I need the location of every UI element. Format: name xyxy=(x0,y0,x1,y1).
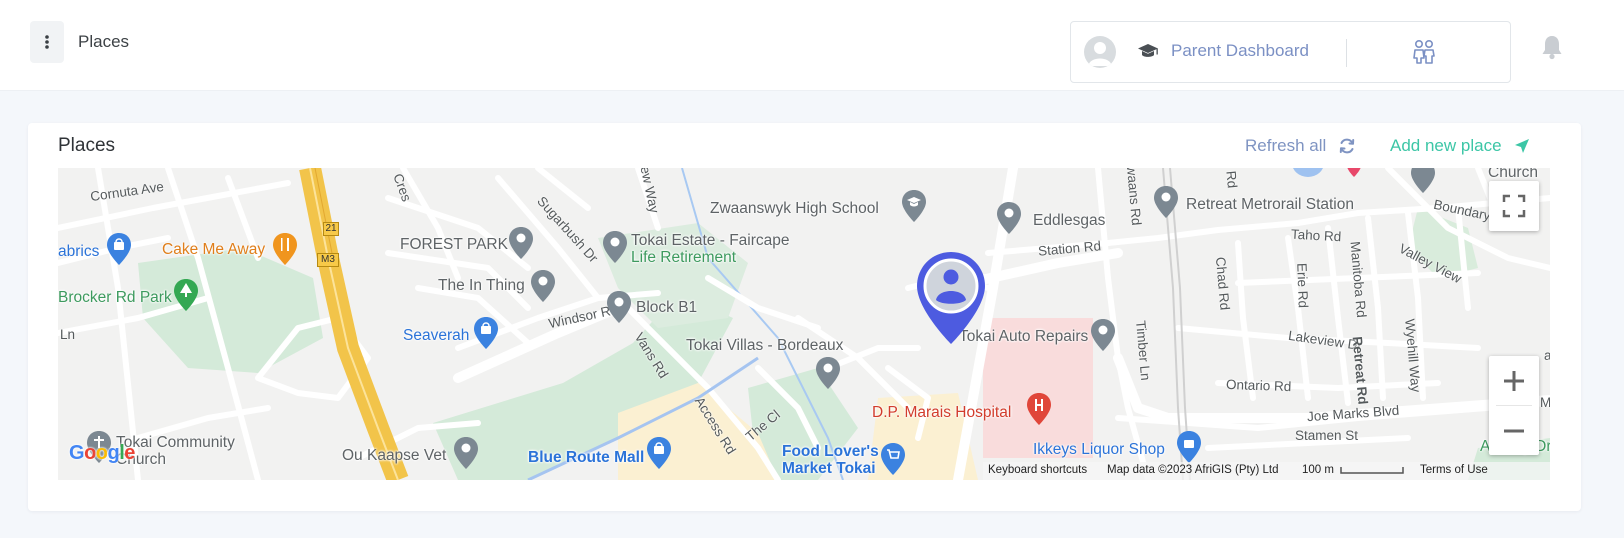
places-card: Places Refresh all Add new place 21 M3 C… xyxy=(28,123,1581,511)
refresh-icon xyxy=(1340,138,1355,154)
place-label: Life Retirement xyxy=(631,249,737,266)
place-label: Zwaanswyk High School xyxy=(710,200,879,217)
route-21-shield: 21 xyxy=(323,222,339,236)
children-switch[interactable] xyxy=(1410,39,1438,70)
parent-dashboard-label: Parent Dashboard xyxy=(1171,41,1309,60)
minus-icon xyxy=(1504,429,1524,432)
paper-plane-icon xyxy=(1514,139,1529,153)
restaurant-pin-icon[interactable] xyxy=(272,232,298,266)
add-new-place-button[interactable]: Add new place xyxy=(1390,136,1530,156)
add-new-place-label: Add new place xyxy=(1390,136,1502,155)
shopping-pin-icon[interactable] xyxy=(473,316,499,350)
zoom-controls xyxy=(1489,356,1539,455)
card-title: Places xyxy=(58,135,116,156)
estate-pin-icon[interactable] xyxy=(602,230,628,264)
road-label: Taho Rd xyxy=(1290,226,1342,245)
keyboard-shortcuts-link[interactable]: Keyboard shortcuts xyxy=(988,464,1087,476)
terms-of-use-link[interactable]: Terms of Use xyxy=(1420,464,1488,476)
bell-icon xyxy=(1542,36,1562,60)
place-label: Food Lover's xyxy=(782,443,879,460)
refresh-all-button[interactable]: Refresh all xyxy=(1245,136,1356,156)
road-label: Ontario Rd xyxy=(1225,376,1292,395)
map-data-credit[interactable]: Map data ©2023 AfriGIS (Pty) Ltd xyxy=(1107,464,1278,476)
road-label: Rd xyxy=(1223,170,1240,189)
place-label: abrics xyxy=(58,243,100,260)
scale-bar-icon xyxy=(1340,467,1404,474)
place-label: Ikkeys Liquor Shop xyxy=(1033,441,1165,458)
auto-repairs-pin-icon[interactable] xyxy=(1090,318,1116,352)
graduation-cap-icon xyxy=(1138,44,1158,57)
place-label: Seaverah xyxy=(403,327,470,344)
children-icon xyxy=(1413,39,1435,64)
villas-pin-icon[interactable] xyxy=(815,356,841,390)
route-m3-shield: M3 xyxy=(317,253,339,267)
poi-pin-icon[interactable] xyxy=(1346,168,1362,178)
page-title: Places xyxy=(78,32,130,51)
station-pin-icon[interactable] xyxy=(1153,185,1179,219)
park-tree-pin-icon[interactable] xyxy=(173,278,199,312)
gas-station-pin-icon[interactable] xyxy=(996,201,1022,235)
place-label: FOREST PARK xyxy=(400,236,508,253)
liquor-shop-pin-icon[interactable] xyxy=(1176,430,1202,464)
road-label: Erie Rd xyxy=(1294,262,1311,309)
notifications-button[interactable] xyxy=(1541,34,1563,65)
vertical-dots-icon xyxy=(45,35,49,49)
shopping-pin-icon[interactable] xyxy=(106,232,132,266)
place-label: Retreat Metrorail Station xyxy=(1186,196,1354,213)
fullscreen-icon xyxy=(1502,194,1526,218)
top-bar: Places Parent Dashboard xyxy=(0,0,1624,91)
shop-pin-icon[interactable] xyxy=(530,269,556,303)
divider xyxy=(1346,39,1347,67)
place-label: Block B1 xyxy=(636,299,698,316)
map[interactable]: 21 M3 Cornuta Ave Cres ew Way Sugarbush … xyxy=(58,168,1550,480)
menu-button[interactable] xyxy=(30,21,64,63)
scale-label: 100 m xyxy=(1302,464,1334,476)
place-label: The In Thing xyxy=(438,277,525,294)
user-switcher: Parent Dashboard xyxy=(1070,21,1511,83)
parent-dashboard-link[interactable]: Parent Dashboard xyxy=(1137,41,1309,61)
park-pin-icon[interactable] xyxy=(508,226,534,260)
place-label: Cake Me Away xyxy=(162,241,266,258)
place-marker-icon[interactable] xyxy=(914,250,988,346)
place-label: D.P. Marais Hospital xyxy=(872,404,1012,421)
place-label: Tokai Villas - Bordeaux xyxy=(686,337,844,354)
zoom-in-button[interactable] xyxy=(1489,356,1539,405)
hospital-pin-icon[interactable] xyxy=(1026,392,1052,426)
block-pin-icon[interactable] xyxy=(606,290,632,324)
refresh-all-label: Refresh all xyxy=(1245,136,1327,155)
plus-icon xyxy=(1504,370,1524,391)
road-label: Stamen St xyxy=(1295,428,1359,443)
avatar[interactable] xyxy=(1084,36,1116,68)
user-silhouette-icon xyxy=(1088,42,1112,66)
road-label: ar xyxy=(1544,348,1550,363)
road-label: Ln xyxy=(60,327,76,342)
road-label: M xyxy=(1540,395,1550,410)
fullscreen-button[interactable] xyxy=(1489,181,1539,231)
place-label: Church xyxy=(1488,168,1538,181)
place-label: Eddlesgas xyxy=(1033,212,1106,229)
place-label: Tokai Estate - Faircape xyxy=(631,232,790,249)
school-pin-icon[interactable] xyxy=(901,189,927,223)
place-label: Brocker Rd Park xyxy=(58,289,172,306)
zoom-out-button[interactable] xyxy=(1489,406,1539,455)
map-attribution: Keyboard shortcuts Map data ©2023 AfriGI… xyxy=(58,462,1550,480)
church-pin-icon[interactable] xyxy=(1410,168,1436,194)
